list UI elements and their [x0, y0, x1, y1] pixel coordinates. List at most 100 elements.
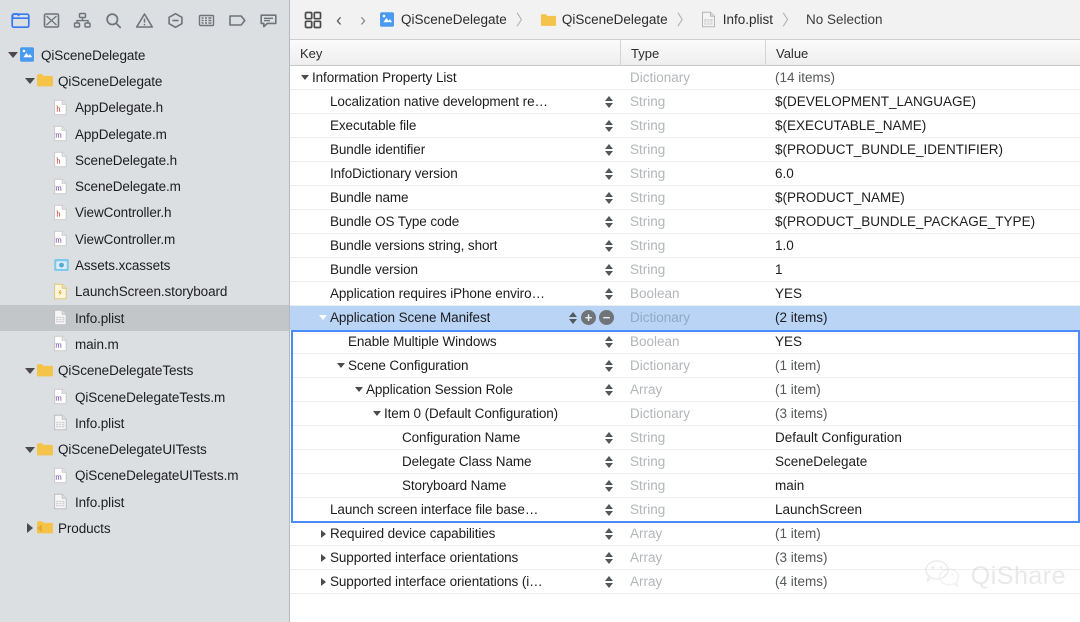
value-stepper[interactable] — [567, 309, 578, 326]
report-navigator-icon[interactable] — [254, 7, 283, 33]
tree-item-qiscenedelegate[interactable]: QiSceneDelegate — [0, 42, 289, 68]
table-row[interactable]: Bundle name String $(PRODUCT_NAME) — [290, 186, 1080, 210]
row-controls[interactable] — [603, 90, 614, 114]
cell-value[interactable]: $(PRODUCT_BUNDLE_IDENTIFIER) — [765, 138, 1080, 162]
row-controls[interactable] — [603, 570, 614, 594]
cell-key[interactable]: Required device capabilities — [290, 522, 620, 546]
value-stepper[interactable] — [603, 285, 614, 302]
column-header-value[interactable]: Value — [765, 40, 1080, 66]
cell-value[interactable]: 6.0 — [765, 162, 1080, 186]
value-stepper[interactable] — [603, 237, 614, 254]
table-row[interactable]: Required device capabilities Array (1 item… — [290, 522, 1080, 546]
cell-value[interactable]: (1 item) — [765, 378, 1080, 402]
project-navigator-icon[interactable] — [6, 7, 35, 33]
cell-type[interactable]: String — [620, 474, 765, 498]
property-list-rows[interactable]: Information Property List Dictionary (14 i… — [290, 66, 1080, 594]
cell-type[interactable]: Dictionary — [620, 402, 765, 426]
source-control-navigator-icon[interactable] — [37, 7, 66, 33]
row-controls[interactable] — [603, 186, 614, 210]
row-controls[interactable] — [603, 546, 614, 570]
tree-item-assets-xcassets[interactable]: Assets.xcassets — [0, 252, 289, 278]
disclosure-triangle[interactable] — [334, 363, 348, 368]
cell-key[interactable]: Executable file — [290, 114, 620, 138]
cell-type[interactable]: String — [620, 162, 765, 186]
table-row[interactable]: Bundle OS Type code String $(PRODUCT_BUNDL… — [290, 210, 1080, 234]
cell-type[interactable]: String — [620, 138, 765, 162]
value-stepper[interactable] — [603, 381, 614, 398]
disclosure-triangle[interactable] — [6, 52, 19, 59]
breadcrumb-item-selection[interactable]: No Selection — [803, 12, 886, 27]
value-stepper[interactable] — [603, 93, 614, 110]
value-stepper[interactable] — [603, 261, 614, 278]
value-stepper[interactable] — [603, 141, 614, 158]
cell-key[interactable]: Application Session Role — [290, 378, 620, 402]
row-controls[interactable] — [603, 162, 614, 186]
cell-key[interactable]: Supported interface orientations — [290, 546, 620, 570]
cell-type[interactable]: String — [620, 450, 765, 474]
table-row[interactable]: Localization native development re… Strin… — [290, 90, 1080, 114]
tree-item-viewcontroller-h[interactable]: h ViewController.h — [0, 200, 289, 226]
row-controls[interactable] — [603, 282, 614, 306]
cell-value[interactable]: (1 item) — [765, 354, 1080, 378]
cell-value[interactable]: Default Configuration — [765, 426, 1080, 450]
tree-item-launchscreen-storyboard[interactable]: LaunchScreen.storyboard — [0, 279, 289, 305]
tree-item-products[interactable]: Products — [0, 515, 289, 541]
row-controls[interactable] — [603, 354, 614, 378]
table-row[interactable]: Application requires iPhone enviro… Boole… — [290, 282, 1080, 306]
row-controls[interactable] — [603, 210, 614, 234]
value-stepper[interactable] — [603, 453, 614, 470]
cell-value[interactable]: SceneDelegate — [765, 450, 1080, 474]
cell-type[interactable]: Boolean — [620, 282, 765, 306]
cell-key[interactable]: Bundle name — [290, 186, 620, 210]
table-row[interactable]: Storyboard Name String main — [290, 474, 1080, 498]
value-stepper[interactable] — [603, 525, 614, 542]
cell-key[interactable]: Localization native development re… — [290, 90, 620, 114]
table-row[interactable]: InfoDictionary version String 6.0 — [290, 162, 1080, 186]
row-controls[interactable] — [603, 234, 614, 258]
table-row[interactable]: Configuration Name String Default Configur… — [290, 426, 1080, 450]
row-controls[interactable] — [603, 522, 614, 546]
value-stepper[interactable] — [603, 573, 614, 590]
find-navigator-icon[interactable] — [99, 7, 128, 33]
tree-item-scenedelegate-h[interactable]: h SceneDelegate.h — [0, 147, 289, 173]
cell-value[interactable]: (3 items) — [765, 402, 1080, 426]
related-items-icon[interactable] — [300, 11, 326, 29]
cell-key[interactable]: Application requires iPhone enviro… — [290, 282, 620, 306]
table-row[interactable]: Delegate Class Name String SceneDelegate — [290, 450, 1080, 474]
value-stepper[interactable] — [603, 117, 614, 134]
property-list-editor[interactable]: Key Type Value Information Property List… — [290, 40, 1080, 622]
navigate-forward-button[interactable]: › — [352, 11, 374, 29]
cell-type[interactable]: Dictionary — [620, 306, 765, 330]
cell-type[interactable]: String — [620, 498, 765, 522]
cell-key[interactable]: Application Scene Manifest + − — [290, 306, 620, 330]
row-controls[interactable] — [603, 138, 614, 162]
value-stepper[interactable] — [603, 189, 614, 206]
cell-key[interactable]: InfoDictionary version — [290, 162, 620, 186]
breakpoint-navigator-icon[interactable] — [223, 7, 252, 33]
tree-item-main-m[interactable]: m main.m — [0, 331, 289, 357]
value-stepper[interactable] — [603, 333, 614, 350]
tree-item-scenedelegate-m[interactable]: m SceneDelegate.m — [0, 173, 289, 199]
cell-key[interactable]: Enable Multiple Windows — [290, 330, 620, 354]
cell-value[interactable]: LaunchScreen — [765, 498, 1080, 522]
symbol-navigator-icon[interactable] — [68, 7, 97, 33]
disclosure-triangle[interactable] — [370, 411, 384, 416]
tree-item-appdelegate-h[interactable]: h AppDelegate.h — [0, 95, 289, 121]
disclosure-triangle[interactable] — [316, 315, 330, 320]
value-stepper[interactable] — [603, 477, 614, 494]
tree-item-qiscenedelegateuitests[interactable]: QiSceneDelegateUITests — [0, 436, 289, 462]
cell-type[interactable]: Dictionary — [620, 66, 765, 90]
disclosure-triangle[interactable] — [23, 446, 36, 453]
cell-key[interactable]: Supported interface orientations (i… — [290, 570, 620, 594]
row-controls[interactable] — [603, 426, 614, 450]
cell-value[interactable]: 1 — [765, 258, 1080, 282]
value-stepper[interactable] — [603, 165, 614, 182]
row-controls[interactable] — [603, 474, 614, 498]
table-row[interactable]: Enable Multiple Windows Boolean YES — [290, 330, 1080, 354]
breadcrumb-item-project[interactable]: QiSceneDelegate — [376, 11, 510, 29]
table-row[interactable]: Bundle versions string, short String 1.0 — [290, 234, 1080, 258]
cell-value[interactable]: (2 items) — [765, 306, 1080, 330]
value-stepper[interactable] — [603, 357, 614, 374]
cell-type[interactable]: String — [620, 258, 765, 282]
cell-type[interactable]: String — [620, 210, 765, 234]
